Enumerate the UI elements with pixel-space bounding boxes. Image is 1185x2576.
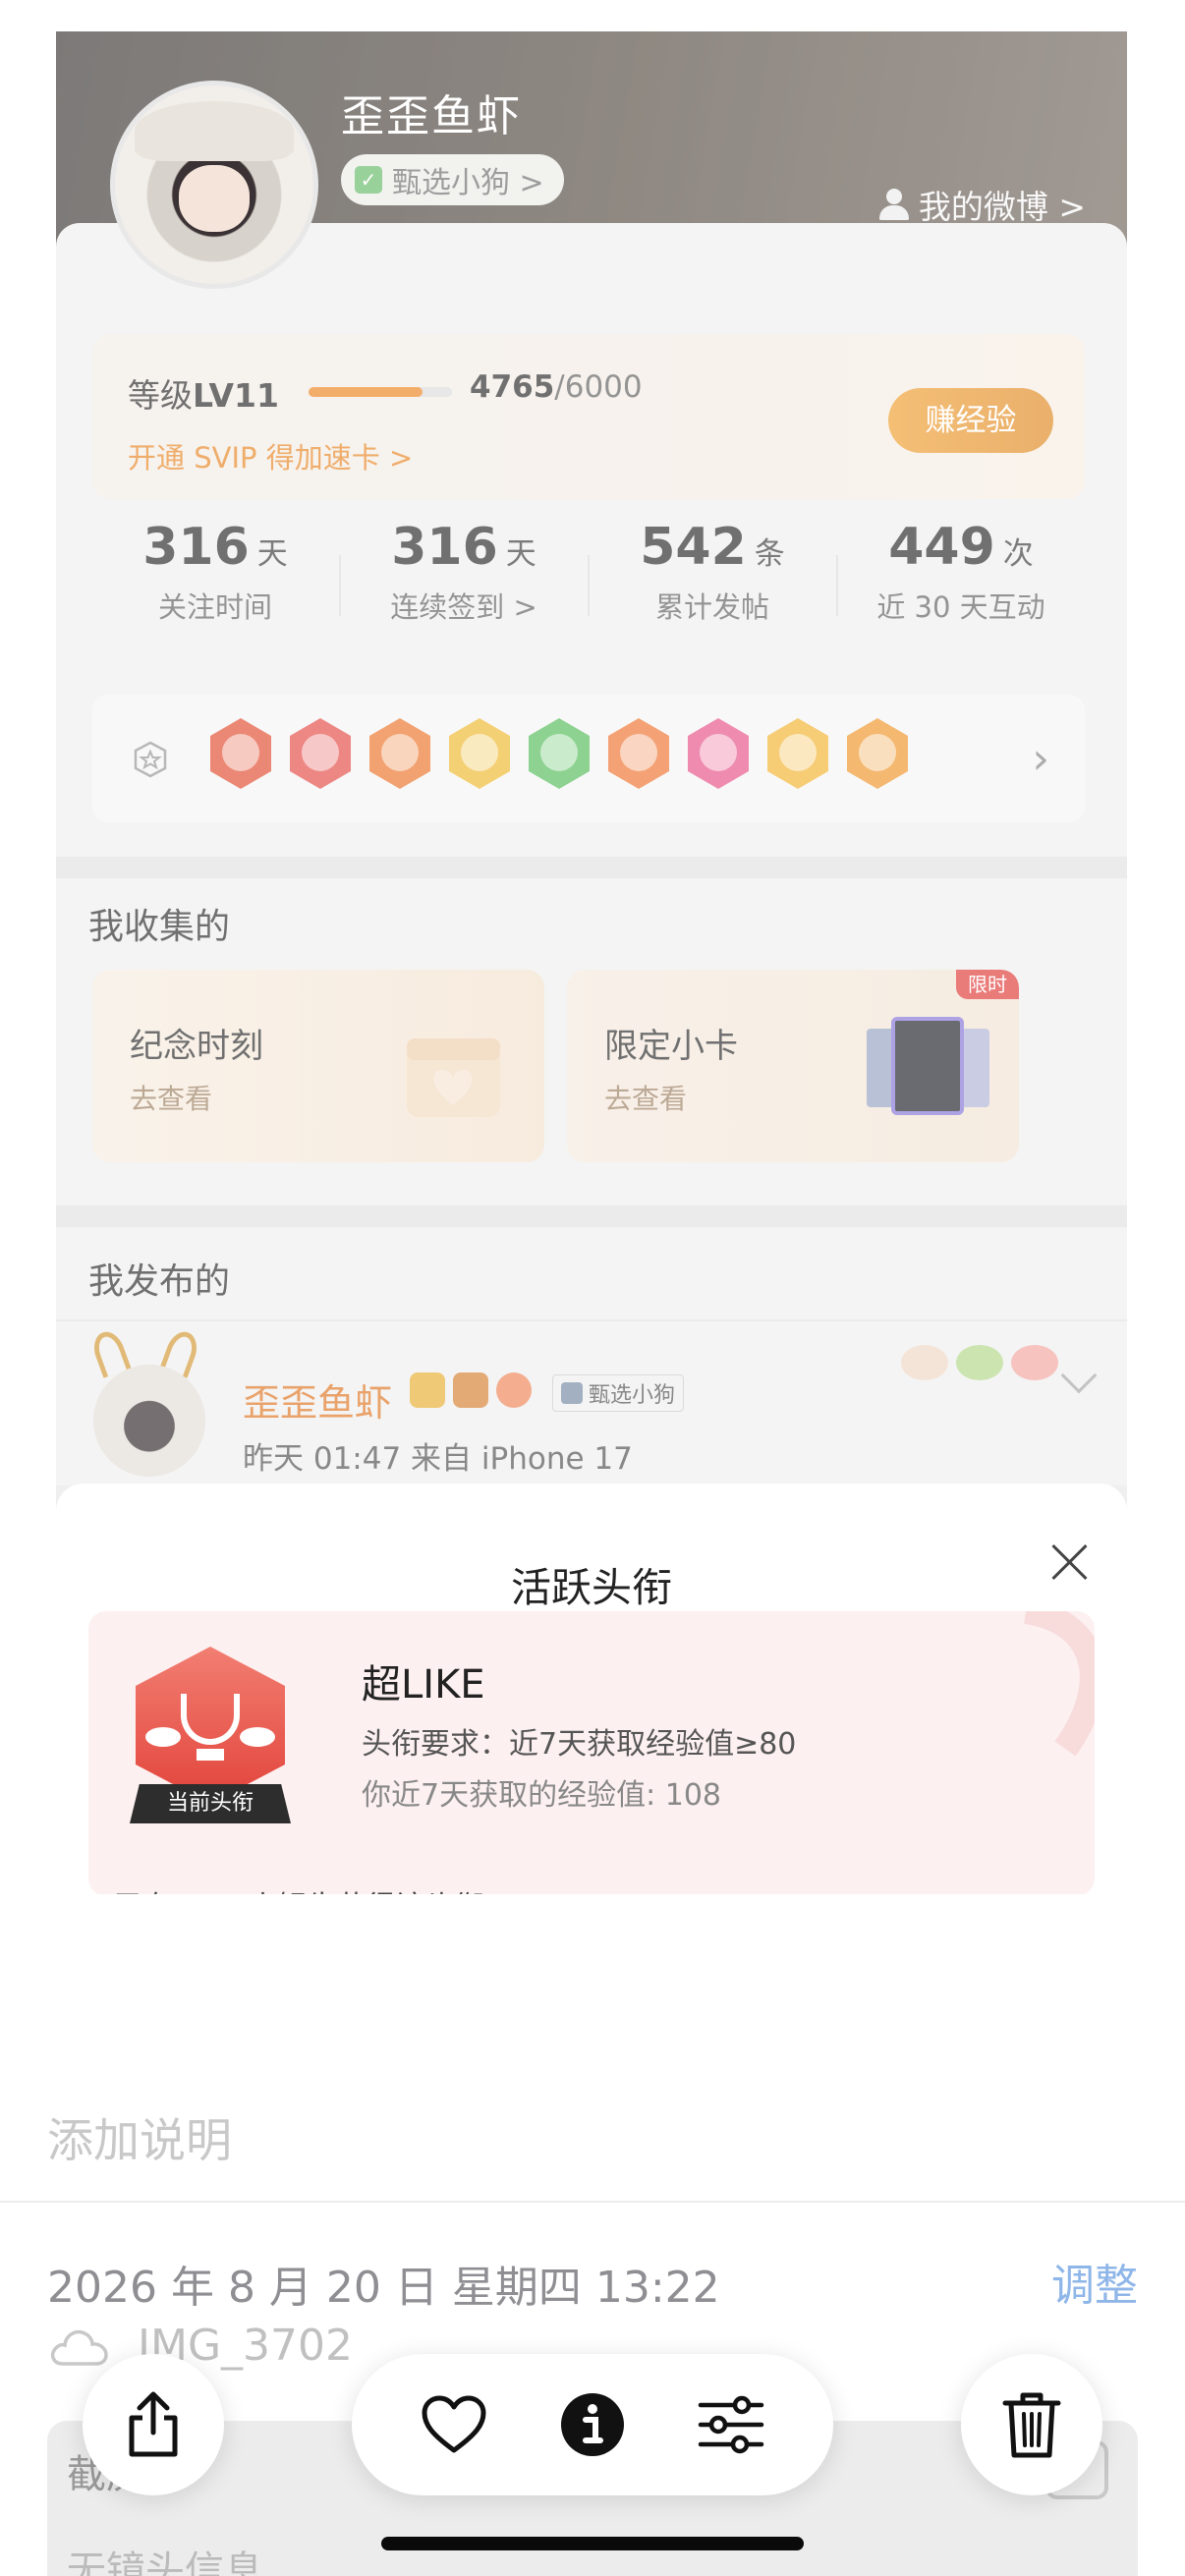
trophy-badge-icon: 当前头衔 bbox=[130, 1647, 291, 1823]
photo-datetime: 2026 年 8 月 20 日 星期四 13:22 bbox=[47, 2263, 720, 2313]
share-button[interactable] bbox=[83, 2354, 224, 2495]
edit-button[interactable] bbox=[682, 2376, 780, 2474]
photo-actions-bar bbox=[352, 2354, 833, 2495]
avatar[interactable] bbox=[110, 81, 318, 289]
favorite-button[interactable] bbox=[405, 2376, 503, 2474]
current-title-ribbon: 当前头衔 bbox=[130, 1784, 291, 1823]
home-indicator[interactable] bbox=[381, 2537, 804, 2550]
adjust-button[interactable]: 调整 bbox=[1051, 2250, 1138, 2313]
title-card: 当前头衔 超LIKE 头衔要求：近7天获取经验值≥80 你近7天获取的经验值: … bbox=[88, 1611, 1095, 1894]
lens-info: 无镜头信息 bbox=[67, 2548, 263, 2576]
caption-input[interactable]: 添加说明 bbox=[47, 2102, 232, 2170]
title-name: 超LIKE bbox=[362, 1662, 485, 1708]
info-icon bbox=[560, 2393, 624, 2456]
close-icon[interactable] bbox=[1048, 1540, 1092, 1584]
info-button[interactable] bbox=[543, 2376, 642, 2474]
screenshot-photo: 歪歪鱼虾 ✓ 甄选小狗 > 我的微博 > 等级LV11 4765/6000 开通… bbox=[56, 31, 1127, 1894]
heart-icon bbox=[422, 2395, 486, 2453]
owned-count: 已有3781小鲟牛获得该头衔 bbox=[114, 1882, 483, 1894]
trash-icon bbox=[1002, 2392, 1061, 2458]
delete-button[interactable] bbox=[961, 2354, 1102, 2495]
title-requirement: 头衔要求：近7天获取经验值≥80 bbox=[362, 1727, 797, 1762]
sheet-title: 活跃头衔 bbox=[511, 1564, 672, 1611]
sliders-icon bbox=[698, 2395, 763, 2454]
share-icon bbox=[129, 2391, 178, 2457]
my-exp: 你近7天获取的经验值: 108 bbox=[362, 1778, 721, 1813]
active-title-sheet: 活跃头衔 当前头衔 超LIKE 头衔要求：近7天获取经验值≥80 你近7天获取的… bbox=[56, 1484, 1127, 1894]
cloud-icon bbox=[50, 2329, 108, 2366]
